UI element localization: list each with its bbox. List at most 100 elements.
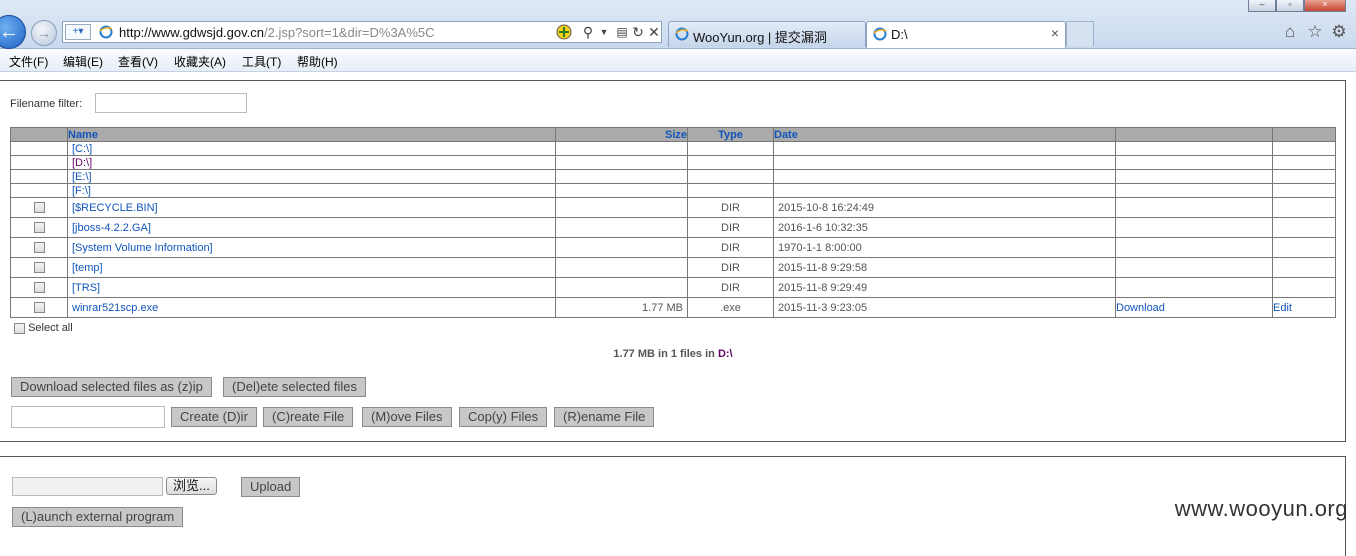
download-zip-button[interactable]: Download selected files as (z)ip — [11, 377, 212, 397]
file-name-link[interactable]: [$RECYCLE.BIN] — [67, 197, 556, 218]
delete-selected-button[interactable]: (Del)ete selected files — [223, 377, 366, 397]
file-size: 1.77 MB — [555, 297, 688, 318]
compat-dropdown-icon[interactable]: +▾ — [65, 24, 91, 40]
create-dir-button[interactable]: Create (D)ir — [171, 407, 257, 427]
empty-cell — [773, 141, 1116, 156]
row-checkbox[interactable] — [33, 222, 45, 234]
row-checkbox[interactable] — [33, 242, 45, 254]
gear-icon[interactable]: ⚙ — [1329, 22, 1349, 42]
edit-link[interactable]: Edit — [1272, 297, 1336, 318]
header-size[interactable]: Size — [555, 127, 688, 142]
file-name-link[interactable]: [jboss-4.2.2.GA] — [67, 217, 556, 238]
edit-link[interactable] — [1272, 217, 1336, 238]
row-checkbox[interactable] — [33, 202, 45, 214]
new-name-input[interactable] — [11, 406, 165, 428]
stop-icon[interactable]: ✕ — [645, 23, 663, 41]
menu-favorites[interactable]: 收藏夹(A) — [174, 53, 226, 70]
create-file-button[interactable]: (C)reate File — [263, 407, 354, 427]
drive-link[interactable]: [C:\] — [67, 141, 556, 156]
file-browser-panel: Filename filter: Name Size Type Date [C:… — [0, 80, 1346, 442]
home-icon[interactable]: ⌂ — [1280, 22, 1300, 42]
table-row: [$RECYCLE.BIN] DIR 2015-10-8 16:24:49 — [10, 197, 1336, 218]
empty-cell — [1272, 183, 1336, 198]
header-name[interactable]: Name — [67, 127, 556, 142]
row-select-cell — [10, 277, 68, 298]
edit-link[interactable] — [1272, 257, 1336, 278]
file-size — [555, 277, 688, 298]
menu-tools[interactable]: 工具(T) — [242, 53, 281, 70]
empty-cell — [555, 155, 688, 170]
download-link[interactable] — [1115, 257, 1273, 278]
upload-panel: 浏览... Upload (L)aunch external program — [0, 456, 1346, 556]
header-type[interactable]: Type — [687, 127, 774, 142]
menu-help[interactable]: 帮助(H) — [297, 53, 338, 70]
menu-view[interactable]: 查看(V) — [118, 53, 158, 70]
empty-cell — [555, 169, 688, 184]
select-all-label: Select all — [28, 322, 73, 334]
select-all-checkbox[interactable] — [14, 322, 25, 334]
edit-link[interactable] — [1272, 237, 1336, 258]
row-checkbox[interactable] — [33, 282, 45, 294]
minimize-button[interactable]: – — [1248, 0, 1276, 12]
move-files-button[interactable]: (M)ove Files — [362, 407, 452, 427]
empty-cell — [555, 141, 688, 156]
file-date: 2016-1-6 10:32:35 — [773, 217, 1116, 238]
rename-file-button[interactable]: (R)ename File — [554, 407, 655, 427]
file-name-link[interactable]: [System Volume Information] — [67, 237, 556, 258]
edit-link[interactable] — [1272, 277, 1336, 298]
empty-cell — [1272, 155, 1336, 170]
download-link[interactable] — [1115, 217, 1273, 238]
row-checkbox[interactable] — [33, 262, 45, 274]
launch-program-button[interactable]: (L)aunch external program — [12, 507, 184, 527]
menu-file[interactable]: 文件(F) — [9, 53, 48, 70]
download-link[interactable]: Download — [1115, 297, 1273, 318]
tab-label: WooYun.org | 提交漏洞 — [693, 30, 827, 45]
empty-cell — [1115, 155, 1273, 170]
drive-link[interactable]: [E:\] — [67, 169, 556, 184]
compatibility-icon[interactable] — [555, 23, 573, 41]
file-date: 2015-11-8 9:29:58 — [773, 257, 1116, 278]
url-text[interactable]: http://www.gdwsjd.gov.cn/2.jsp?sort=1&di… — [119, 25, 435, 40]
back-button[interactable]: ← — [0, 15, 26, 49]
forward-button[interactable]: → — [31, 20, 57, 46]
address-bar[interactable]: +▾ http://www.gdwsjd.gov.cn/2.jsp?sort=1… — [62, 21, 662, 43]
window-controls: – ▫ × — [1248, 0, 1346, 12]
drive-row: [F:\] — [10, 183, 1336, 198]
dropdown-arrow-icon[interactable]: ▼ — [595, 23, 613, 41]
table-row: winrar521scp.exe 1.77 MB .exe 2015-11-3 9:2… — [10, 297, 1336, 318]
file-table: Name Size Type Date [C:\] [D:\] [E:\] [F:\]… — [10, 127, 1336, 318]
favorites-star-icon[interactable]: ☆ — [1305, 22, 1325, 42]
edit-link[interactable] — [1272, 197, 1336, 218]
select-all[interactable]: Select all — [14, 322, 73, 334]
menu-edit[interactable]: 编辑(E) — [63, 53, 103, 70]
download-link[interactable] — [1115, 237, 1273, 258]
file-name-link[interactable]: [temp] — [67, 257, 556, 278]
tab-d-drive[interactable]: D:\ × — [866, 21, 1066, 48]
upload-button[interactable]: Upload — [241, 477, 301, 497]
drive-link[interactable]: [F:\] — [67, 183, 556, 198]
download-link[interactable] — [1115, 277, 1273, 298]
drive-link[interactable]: [D:\] — [67, 155, 556, 170]
header-date[interactable]: Date — [773, 127, 1116, 142]
empty-cell — [10, 183, 68, 198]
filter-label: Filename filter: — [10, 98, 83, 110]
maximize-button[interactable]: ▫ — [1276, 0, 1304, 12]
file-name-link[interactable]: [TRS] — [67, 277, 556, 298]
download-link[interactable] — [1115, 197, 1273, 218]
summary-text: 1.77 MB in 1 files in — [613, 348, 718, 360]
browser-chrome: – ▫ × ← → +▾ http://www.gdwsjd.gov.cn/2.… — [0, 0, 1356, 49]
empty-cell — [1115, 183, 1273, 198]
file-size — [555, 237, 688, 258]
row-checkbox[interactable] — [33, 302, 45, 314]
new-tab-button[interactable] — [1066, 21, 1094, 46]
window-close-button[interactable]: × — [1304, 0, 1346, 12]
file-name-link[interactable]: winrar521scp.exe — [67, 297, 556, 318]
upload-file-path[interactable] — [12, 477, 163, 496]
file-size — [555, 197, 688, 218]
copy-files-button[interactable]: Cop(y) Files — [459, 407, 548, 427]
close-icon[interactable]: × — [1051, 25, 1059, 41]
browse-button[interactable]: 浏览... — [166, 477, 217, 495]
filename-filter-input[interactable] — [95, 93, 247, 113]
row-select-cell — [10, 197, 68, 218]
tab-wooyun[interactable]: WooYun.org | 提交漏洞 — [668, 21, 866, 47]
